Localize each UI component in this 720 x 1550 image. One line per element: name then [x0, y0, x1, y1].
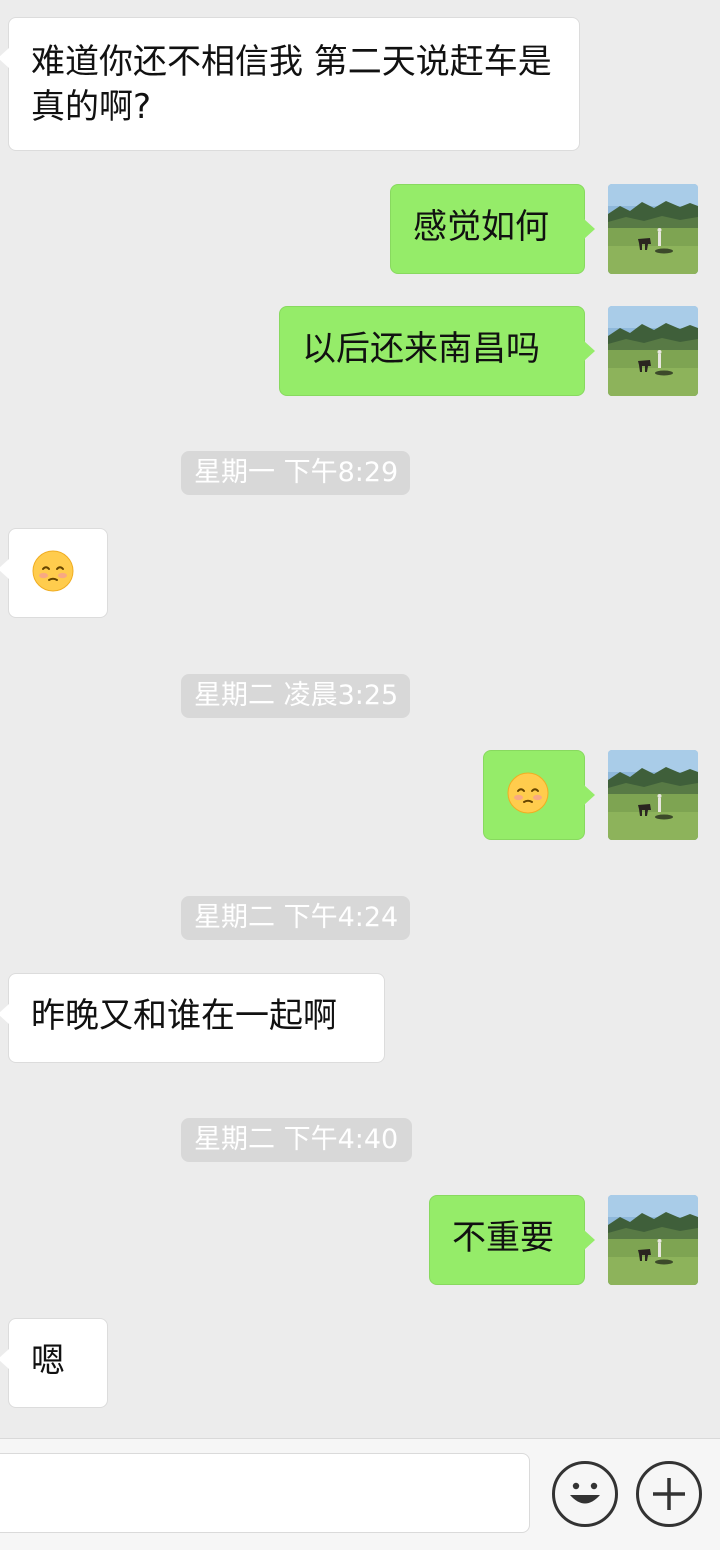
message-bubble-incoming[interactable]: 昨晚又和谁在一起啊: [0, 973, 385, 1063]
message-bubble-incoming[interactable]: [0, 528, 108, 618]
my-avatar[interactable]: [608, 306, 698, 396]
message-input[interactable]: [0, 1453, 530, 1533]
message-text: 难道你还不相信我 第二天说赶车是真的啊?: [31, 42, 552, 127]
smiley-icon: [570, 1482, 600, 1504]
my-avatar[interactable]: [608, 750, 698, 840]
message-bubble-incoming[interactable]: 嗯: [0, 1318, 108, 1408]
message-text: 感觉如何: [413, 207, 549, 247]
message-bubble-outgoing[interactable]: 感觉如何: [390, 184, 595, 274]
chat-area[interactable]: 难道你还不相信我 第二天说赶车是真的啊? 感觉如何 以后还来南昌吗 星期一 下午…: [0, 0, 720, 1438]
my-avatar[interactable]: [608, 184, 698, 274]
input-bar: [0, 1438, 720, 1550]
message-text: 昨晚又和谁在一起啊: [31, 996, 337, 1036]
timestamp-divider: 星期二 下午4:24: [181, 896, 410, 940]
message-text: 不重要: [452, 1218, 554, 1258]
timestamp-divider: 星期二 下午4:40: [181, 1118, 412, 1162]
my-avatar[interactable]: [608, 1195, 698, 1285]
message-bubble-incoming[interactable]: 难道你还不相信我 第二天说赶车是真的啊?: [0, 17, 580, 151]
message-bubble-outgoing[interactable]: 以后还来南昌吗: [279, 306, 595, 396]
message-bubble-outgoing[interactable]: 不重要: [429, 1195, 595, 1285]
emoji-button[interactable]: [552, 1461, 618, 1527]
timestamp-divider: 星期二 凌晨3:25: [181, 674, 410, 718]
timestamp-divider: 星期一 下午8:29: [181, 451, 410, 495]
message-text: 嗯: [31, 1341, 65, 1381]
pleading-face-emoji: [506, 771, 550, 815]
message-bubble-outgoing[interactable]: [483, 750, 595, 840]
pleading-face-emoji: [31, 549, 75, 593]
message-text: 以后还来南昌吗: [302, 329, 540, 369]
more-button[interactable]: [636, 1461, 702, 1527]
plus-icon: [653, 1478, 685, 1510]
